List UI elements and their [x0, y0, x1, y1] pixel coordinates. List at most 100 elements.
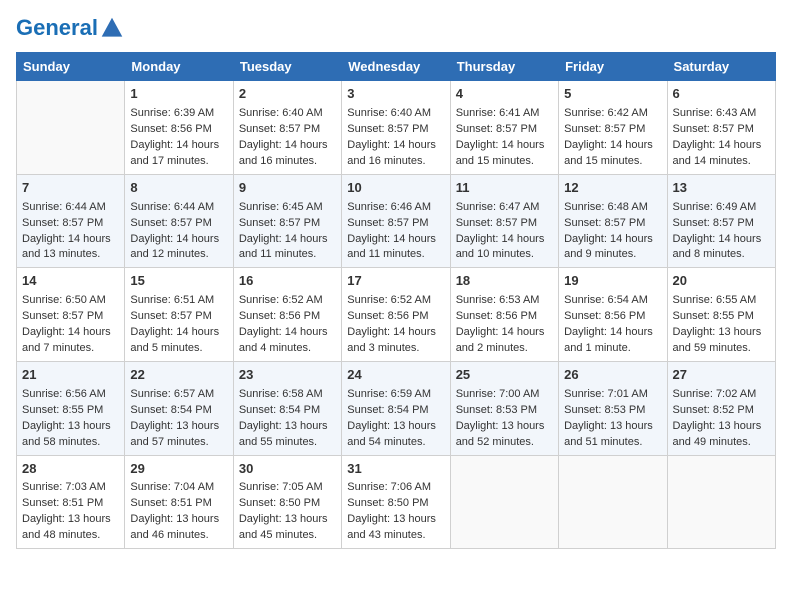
sunrise: Sunrise: 6:53 AM	[456, 294, 540, 306]
week-row: 21 Sunrise: 6:56 AM Sunset: 8:55 PM Dayligh…	[17, 361, 776, 455]
sunset: Sunset: 8:57 PM	[22, 310, 103, 322]
sunset: Sunset: 8:54 PM	[239, 404, 320, 416]
calendar-cell: 22Sunrise: 6:57 AMSunset: 8:54 PMDayligh…	[125, 361, 233, 455]
sunset: Sunset: 8:57 PM	[456, 123, 537, 135]
daylight: Daylight: 14 hours and 11 minutes.	[239, 233, 328, 261]
daylight: Daylight: 14 hours and 17 minutes.	[130, 139, 219, 167]
daylight: Daylight: 14 hours and 11 minutes.	[347, 233, 436, 261]
daylight: Daylight: 14 hours and 13 minutes.	[22, 233, 111, 261]
sunrise: Sunrise: 7:03 AM	[22, 481, 106, 493]
calendar-cell: 29Sunrise: 7:04 AMSunset: 8:51 PMDayligh…	[125, 455, 233, 549]
sunrise: Sunrise: 6:58 AM	[239, 388, 323, 400]
daylight: Daylight: 14 hours and 16 minutes.	[347, 139, 436, 167]
daylight: Daylight: 13 hours and 55 minutes.	[239, 420, 328, 448]
sunrise: Sunrise: 6:44 AM	[22, 201, 106, 213]
daylight: Daylight: 13 hours and 49 minutes.	[673, 420, 762, 448]
daylight: Daylight: 14 hours and 10 minutes.	[456, 233, 545, 261]
sunset: Sunset: 8:57 PM	[347, 123, 428, 135]
daylight: Daylight: 13 hours and 57 minutes.	[130, 420, 219, 448]
sunrise: Sunrise: 6:51 AM	[130, 294, 214, 306]
calendar-cell: 31Sunrise: 7:06 AMSunset: 8:50 PMDayligh…	[342, 455, 450, 549]
calendar-cell: 8Sunrise: 6:44 AMSunset: 8:57 PMDaylight…	[125, 174, 233, 268]
calendar-cell: 19Sunrise: 6:54 AMSunset: 8:56 PMDayligh…	[559, 268, 667, 362]
daylight: Daylight: 14 hours and 1 minute.	[564, 326, 653, 354]
day-number: 11	[456, 179, 553, 198]
sunrise: Sunrise: 6:40 AM	[347, 107, 431, 119]
sunset: Sunset: 8:57 PM	[564, 217, 645, 229]
calendar-cell: 12Sunrise: 6:48 AMSunset: 8:57 PMDayligh…	[559, 174, 667, 268]
daylight: Daylight: 14 hours and 7 minutes.	[22, 326, 111, 354]
sunset: Sunset: 8:57 PM	[673, 123, 754, 135]
calendar-cell: 17Sunrise: 6:52 AMSunset: 8:56 PMDayligh…	[342, 268, 450, 362]
calendar-cell: 23 Sunrise: 6:58 AM Sunset: 8:54 PM Dayligh…	[233, 361, 341, 455]
daylight: Daylight: 14 hours and 16 minutes.	[239, 139, 328, 167]
daylight: Daylight: 14 hours and 4 minutes.	[239, 326, 328, 354]
sunrise: Sunrise: 6:50 AM	[22, 294, 106, 306]
day-number: 18	[456, 272, 553, 291]
sunset: Sunset: 8:53 PM	[564, 404, 645, 416]
sunset: Sunset: 8:50 PM	[347, 497, 428, 509]
calendar-cell: 15Sunrise: 6:51 AMSunset: 8:57 PMDayligh…	[125, 268, 233, 362]
calendar-cell: 6Sunrise: 6:43 AMSunset: 8:57 PMDaylight…	[667, 81, 775, 175]
daylight: Daylight: 13 hours and 54 minutes.	[347, 420, 436, 448]
sunrise: Sunrise: 7:01 AM	[564, 388, 648, 400]
sunset: Sunset: 8:50 PM	[239, 497, 320, 509]
calendar-cell: 30Sunrise: 7:05 AMSunset: 8:50 PMDayligh…	[233, 455, 341, 549]
logo-text: General	[16, 16, 98, 40]
calendar-cell: 10Sunrise: 6:46 AMSunset: 8:57 PMDayligh…	[342, 174, 450, 268]
day-number: 17	[347, 272, 444, 291]
sunrise: Sunrise: 6:56 AM	[22, 388, 106, 400]
sunset: Sunset: 8:55 PM	[673, 310, 754, 322]
day-number: 5	[564, 85, 661, 104]
sunset: Sunset: 8:57 PM	[130, 217, 211, 229]
calendar-cell: 2Sunrise: 6:40 AMSunset: 8:57 PMDaylight…	[233, 81, 341, 175]
calendar-cell: 7Sunrise: 6:44 AMSunset: 8:57 PMDaylight…	[17, 174, 125, 268]
calendar-cell: 4Sunrise: 6:41 AMSunset: 8:57 PMDaylight…	[450, 81, 558, 175]
sunrise: Sunrise: 6:47 AM	[456, 201, 540, 213]
calendar-cell: 27 Sunrise: 7:02 AM Sunset: 8:52 PM Dayligh…	[667, 361, 775, 455]
sunrise: Sunrise: 6:52 AM	[239, 294, 323, 306]
sunset: Sunset: 8:57 PM	[130, 310, 211, 322]
sunset: Sunset: 8:57 PM	[456, 217, 537, 229]
sunrise: Sunrise: 6:54 AM	[564, 294, 648, 306]
sunrise: Sunrise: 7:02 AM	[673, 388, 757, 400]
calendar-cell: 18 Sunrise: 6:53 AM Sunset: 8:56 PM Dayligh…	[450, 268, 558, 362]
sunset: Sunset: 8:51 PM	[130, 497, 211, 509]
calendar-cell	[559, 455, 667, 549]
sunset: Sunset: 8:54 PM	[130, 404, 211, 416]
day-number: 23	[239, 366, 336, 385]
sunrise: Sunrise: 6:40 AM	[239, 107, 323, 119]
day-number: 27	[673, 366, 770, 385]
daylight: Daylight: 13 hours and 45 minutes.	[239, 513, 328, 541]
sunrise: Sunrise: 6:39 AM	[130, 107, 214, 119]
calendar-cell: 1Sunrise: 6:39 AMSunset: 8:56 PMDaylight…	[125, 81, 233, 175]
day-number: 21	[22, 366, 119, 385]
calendar-cell	[667, 455, 775, 549]
daylight: Daylight: 14 hours and 15 minutes.	[456, 139, 545, 167]
col-header-friday: Friday	[559, 53, 667, 81]
day-number: 9	[239, 179, 336, 198]
sunset: Sunset: 8:51 PM	[22, 497, 103, 509]
sunset: Sunset: 8:56 PM	[239, 310, 320, 322]
daylight: Daylight: 13 hours and 48 minutes.	[22, 513, 111, 541]
calendar-cell: 16 Sunrise: 6:52 AM Sunset: 8:56 PM Dayligh…	[233, 268, 341, 362]
daylight: Daylight: 14 hours and 2 minutes.	[456, 326, 545, 354]
calendar-cell: 13Sunrise: 6:49 AMSunset: 8:57 PMDayligh…	[667, 174, 775, 268]
sunrise: Sunrise: 6:52 AM	[347, 294, 431, 306]
calendar-cell: 20Sunrise: 6:55 AMSunset: 8:55 PMDayligh…	[667, 268, 775, 362]
sunrise: Sunrise: 7:05 AM	[239, 481, 323, 493]
col-header-tuesday: Tuesday	[233, 53, 341, 81]
sunset: Sunset: 8:55 PM	[22, 404, 103, 416]
daylight: Daylight: 13 hours and 51 minutes.	[564, 420, 653, 448]
sunset: Sunset: 8:56 PM	[456, 310, 537, 322]
sunrise: Sunrise: 6:57 AM	[130, 388, 214, 400]
day-number: 16	[239, 272, 336, 291]
sunset: Sunset: 8:57 PM	[347, 217, 428, 229]
day-number: 15	[130, 272, 227, 291]
week-row: 28Sunrise: 7:03 AMSunset: 8:51 PMDayligh…	[17, 455, 776, 549]
sunset: Sunset: 8:52 PM	[673, 404, 754, 416]
col-header-thursday: Thursday	[450, 53, 558, 81]
day-number: 29	[130, 460, 227, 479]
daylight: Daylight: 14 hours and 9 minutes.	[564, 233, 653, 261]
sunrise: Sunrise: 6:42 AM	[564, 107, 648, 119]
